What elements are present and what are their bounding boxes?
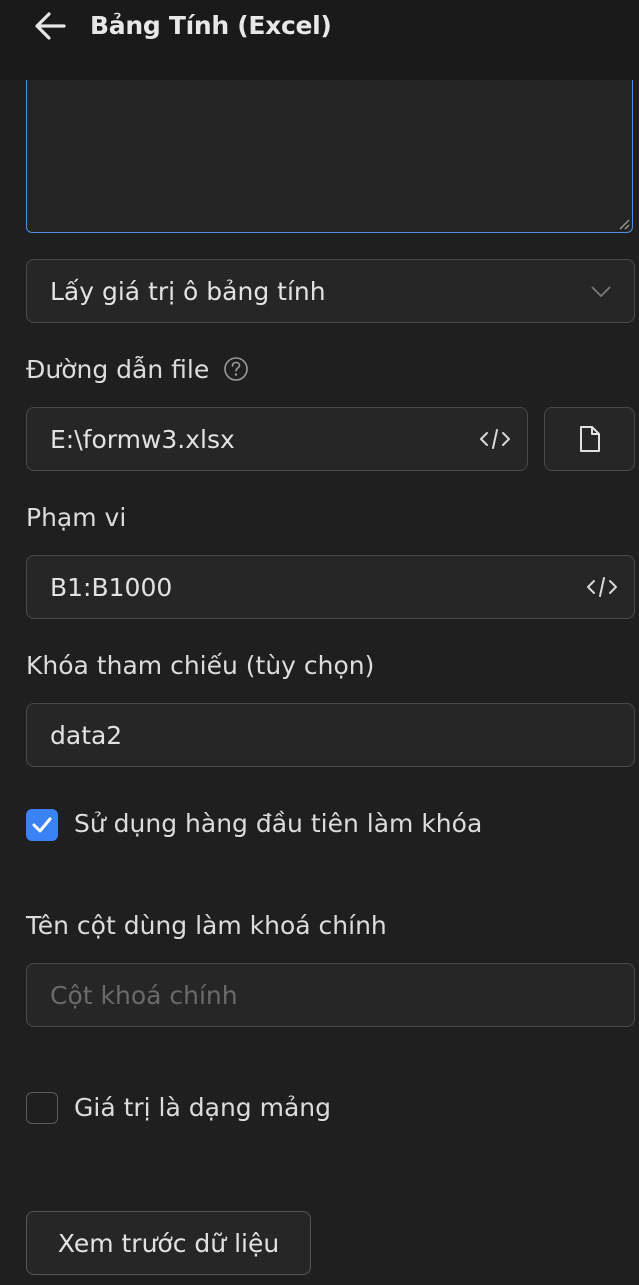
action-select-value: Lấy giá trị ô bảng tính — [50, 276, 326, 306]
primary-key-column-placeholder: Cột khoá chính — [50, 980, 238, 1010]
back-button[interactable] — [26, 6, 74, 46]
reference-key-value: data2 — [50, 720, 123, 750]
action-select[interactable]: Lấy giá trị ô bảng tính — [26, 259, 635, 323]
first-row-key-checkbox[interactable] — [26, 809, 58, 841]
range-value: B1:B1000 — [50, 572, 173, 602]
browse-file-button[interactable] — [544, 407, 635, 471]
preview-data-button[interactable]: Xem trước dữ liệu — [26, 1211, 311, 1275]
reference-key-input[interactable]: data2 — [26, 703, 635, 767]
chevron-down-icon — [590, 284, 612, 298]
range-label: Phạm vi — [26, 503, 127, 532]
file-path-label: Đường dẫn file — [26, 354, 249, 386]
primary-key-column-input[interactable]: Cột khoá chính — [26, 963, 635, 1027]
file-icon — [579, 426, 600, 452]
code-icon[interactable] — [586, 575, 618, 599]
back-arrow-icon — [35, 12, 66, 40]
app-header: Bảng Tính (Excel) — [0, 0, 639, 80]
script-textarea[interactable] — [26, 80, 633, 233]
range-input[interactable]: B1:B1000 — [26, 555, 635, 619]
file-path-value: E:\formw3.xlsx — [50, 424, 235, 454]
code-icon[interactable] — [479, 427, 511, 451]
array-value-checkbox[interactable] — [26, 1092, 58, 1124]
help-circle-icon[interactable] — [223, 356, 249, 382]
array-value-label: Giá trị là dạng mảng — [74, 1093, 332, 1122]
file-path-input[interactable]: E:\formw3.xlsx — [26, 407, 528, 471]
page-title: Bảng Tính (Excel) — [90, 11, 332, 40]
reference-key-label: Khóa tham chiếu (tùy chọn) — [26, 651, 375, 680]
first-row-key-label: Sử dụng hàng đầu tiên làm khóa — [74, 809, 483, 838]
checkmark-icon — [32, 817, 52, 833]
resize-grip-icon[interactable] — [616, 216, 630, 230]
primary-key-column-label: Tên cột dùng làm khoá chính — [26, 911, 387, 940]
